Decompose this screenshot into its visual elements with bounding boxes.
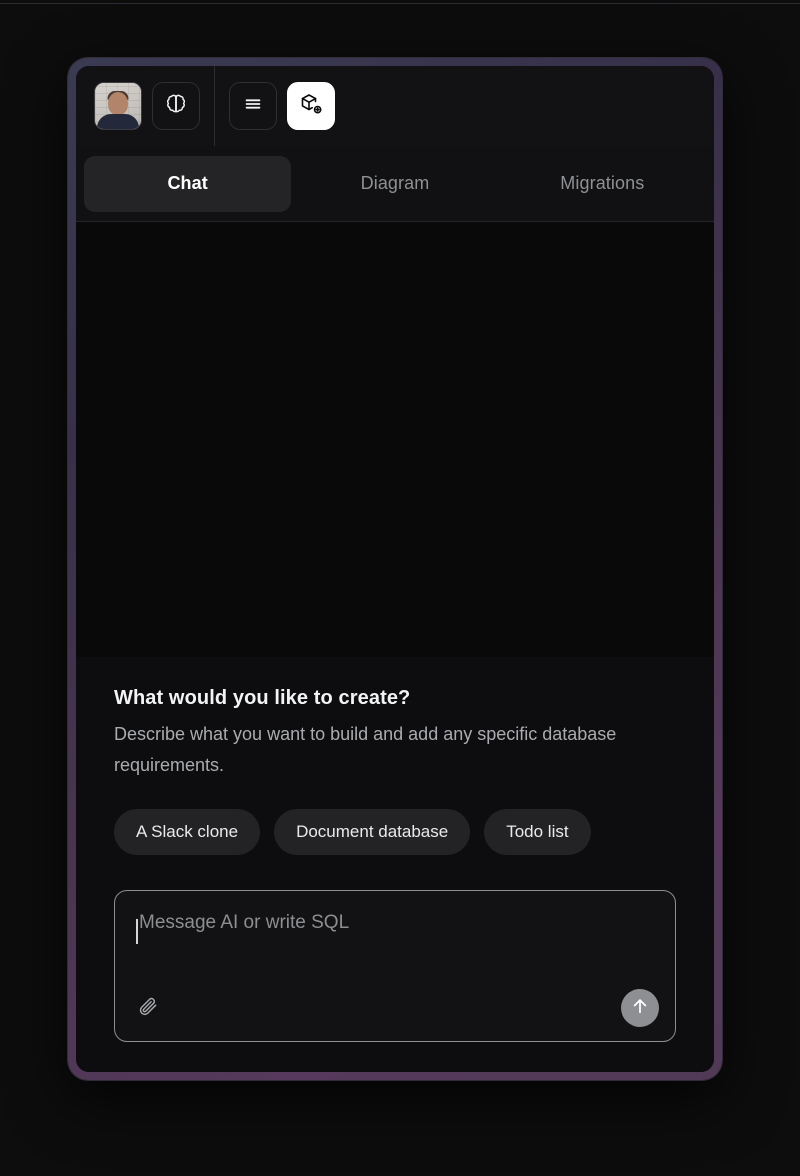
suggestion-chips: A Slack clone Document database Todo lis… (114, 809, 676, 855)
top-hairline (0, 3, 800, 4)
brain-button[interactable] (152, 82, 200, 130)
send-button[interactable] (621, 989, 659, 1027)
paperclip-icon (137, 995, 159, 1022)
avatar[interactable] (94, 82, 142, 130)
arrow-up-icon (630, 996, 650, 1021)
toolbar-right-group (215, 66, 349, 146)
composer-actions (133, 989, 659, 1027)
suggestion-chip-todo-list[interactable]: Todo list (484, 809, 591, 855)
tab-diagram[interactable]: Diagram (291, 156, 498, 212)
toolbar-left-group (76, 66, 214, 146)
screen: Chat Diagram Migrations What would you l… (0, 0, 800, 1176)
menu-button[interactable] (229, 82, 277, 130)
prompt-subtitle: Describe what you want to build and add … (114, 724, 617, 775)
text-caret (136, 919, 138, 944)
tab-bar: Chat Diagram Migrations (76, 146, 714, 222)
suggestion-chip-document-database[interactable]: Document database (274, 809, 471, 855)
avatar-head (108, 92, 128, 116)
hamburger-menu-icon (242, 93, 264, 120)
composer-zone: What would you like to create? Describe … (76, 657, 714, 1072)
attach-button[interactable] (133, 993, 163, 1023)
package-plus-icon (299, 92, 323, 121)
app-window: Chat Diagram Migrations What would you l… (76, 66, 714, 1072)
tab-migrations[interactable]: Migrations (499, 156, 706, 212)
tab-chat[interactable]: Chat (84, 155, 292, 212)
app-window-glow: Chat Diagram Migrations What would you l… (68, 58, 722, 1080)
avatar-body (97, 114, 139, 129)
message-input-placeholder: Message AI or write SQL (139, 912, 350, 933)
message-list[interactable] (76, 222, 714, 657)
brain-icon (164, 92, 188, 121)
prompt-title: What would you like to create? (114, 687, 411, 709)
suggestion-chip-slack-clone[interactable]: A Slack clone (114, 809, 261, 855)
toolbar (76, 66, 714, 146)
message-input[interactable]: Message AI or write SQL (114, 890, 676, 1042)
new-project-button[interactable] (287, 82, 335, 130)
